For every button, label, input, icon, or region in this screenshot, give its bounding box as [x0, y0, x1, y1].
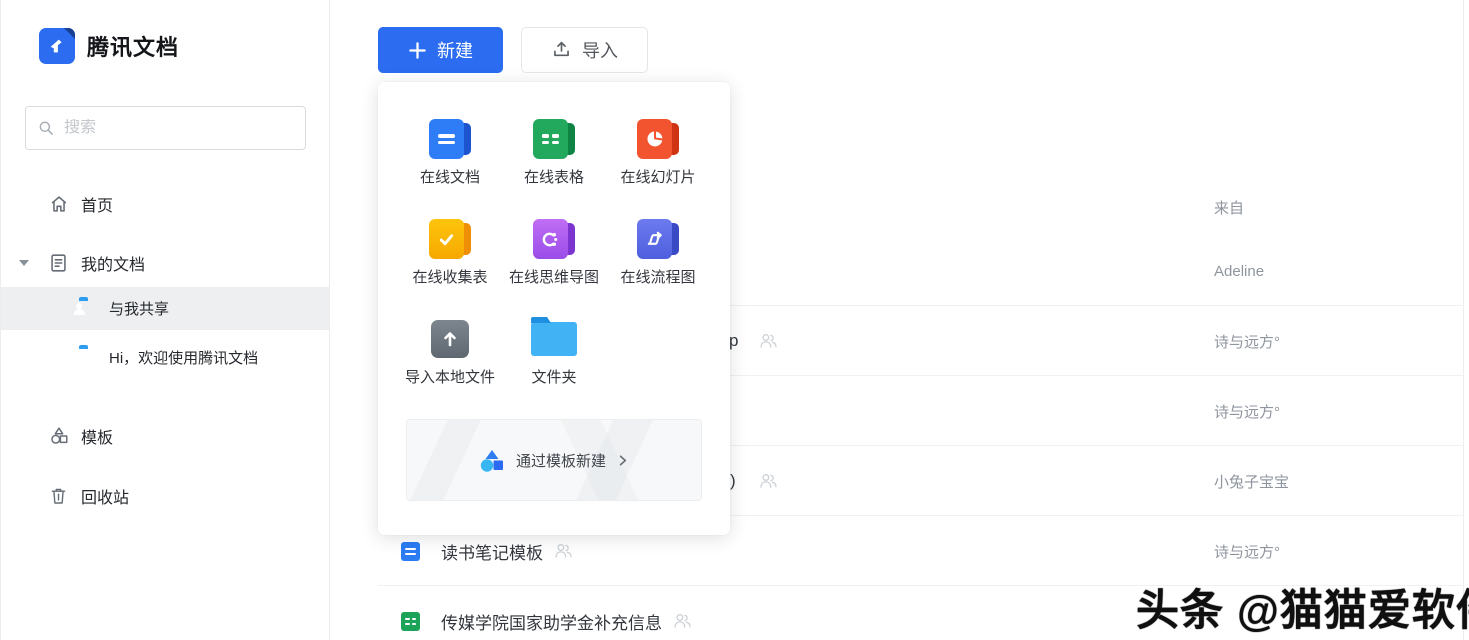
row-name: 读书笔记模板 [441, 539, 543, 564]
sidebar-item-label: 回收站 [81, 484, 129, 508]
menu-item-online-form[interactable]: 在线收集表 [398, 216, 502, 316]
new-button[interactable]: 新建 [378, 27, 503, 73]
chevron-down-icon[interactable] [19, 260, 29, 266]
tencent-docs-app: 腾讯文档 首页 我的文档 与我共享 [0, 0, 1469, 640]
sidebar: 腾讯文档 首页 我的文档 与我共享 [1, 0, 330, 640]
row-from: 小兔子宝宝 [1214, 446, 1289, 516]
search-box[interactable] [25, 106, 306, 150]
trash-icon [47, 485, 70, 508]
menu-item-online-mindmap[interactable]: 在线思维导图 [502, 216, 606, 316]
shared-people-icon [758, 472, 779, 490]
sheet-file-icon [401, 612, 420, 631]
menu-item-label: 文件夹 [531, 366, 576, 387]
folder-icon [531, 322, 577, 356]
create-from-template-banner[interactable]: 通过模板新建 [406, 419, 702, 501]
menu-item-online-slide[interactable]: 在线幻灯片 [606, 116, 710, 216]
sidebar-item-label: 与我共享 [109, 298, 169, 319]
new-document-menu: 在线文档 在线表格 在线幻灯片 [378, 82, 730, 535]
sidebar-item-label: 首页 [81, 192, 113, 216]
menu-item-online-flowchart[interactable]: 在线流程图 [606, 216, 710, 316]
sidebar-item-label: 我的文档 [81, 251, 145, 275]
online-mindmap-icon [533, 219, 575, 259]
import-local-file-icon [431, 320, 469, 358]
menu-item-label: 在线流程图 [620, 266, 695, 287]
online-form-icon [429, 219, 471, 259]
sidebar-item-shared-with-me[interactable]: 与我共享 [1, 287, 329, 330]
shared-people-icon [672, 612, 693, 630]
folder-icon [79, 348, 101, 366]
menu-item-label: 在线幻灯片 [620, 166, 695, 187]
row-name-fragment: p [729, 306, 738, 376]
online-slide-icon [637, 119, 679, 159]
chevron-right-icon [616, 454, 629, 467]
online-flowchart-icon [637, 219, 679, 259]
shared-people-icon [553, 542, 574, 560]
row-name: 传媒学院国家助学金补充信息 [441, 609, 662, 634]
create-from-template-label: 通过模板新建 [516, 450, 606, 471]
row-from: 诗与远方° [1214, 306, 1280, 376]
menu-item-import-local-file[interactable]: 导入本地文件 [398, 316, 502, 416]
column-header-from: 来自 [1214, 197, 1244, 218]
template-icon [47, 425, 70, 448]
app-title: 腾讯文档 [87, 30, 179, 62]
template-shapes-icon [479, 448, 506, 473]
plus-icon [408, 41, 427, 60]
menu-item-label: 在线思维导图 [509, 266, 599, 287]
tencent-docs-logo-icon [39, 28, 75, 64]
main-content: 新建 导入 来自 Adeline p 诗与远方° 诗与远方° ) 小兔子 [330, 0, 1469, 640]
sidebar-item-welcome-folder[interactable]: Hi，欢迎使用腾讯文档 [1, 339, 329, 375]
search-icon [38, 119, 54, 137]
row-name-fragment: ) [730, 446, 736, 516]
upload-icon [551, 40, 572, 61]
menu-item-online-sheet[interactable]: 在线表格 [502, 116, 606, 216]
import-button-label: 导入 [582, 37, 618, 63]
watermark-text: 头条 @猫猫爱软件 [1136, 576, 1469, 638]
shared-people-icon [758, 332, 779, 350]
import-button[interactable]: 导入 [521, 27, 648, 73]
sidebar-item-label: 模板 [81, 424, 113, 448]
menu-item-folder[interactable]: 文件夹 [502, 316, 606, 416]
new-button-label: 新建 [437, 37, 473, 63]
sidebar-item-label: Hi，欢迎使用腾讯文档 [109, 347, 258, 368]
online-doc-icon [429, 119, 471, 159]
app-logo[interactable]: 腾讯文档 [39, 28, 179, 64]
menu-item-label: 导入本地文件 [405, 366, 495, 387]
row-from: Adeline [1214, 236, 1264, 306]
sidebar-item-home[interactable]: 首页 [1, 186, 329, 222]
menu-item-label: 在线表格 [524, 166, 584, 187]
online-sheet-icon [533, 119, 575, 159]
sidebar-item-templates[interactable]: 模板 [1, 418, 329, 454]
sidebar-item-my-docs[interactable]: 我的文档 [1, 245, 329, 281]
menu-item-label: 在线收集表 [412, 266, 487, 287]
home-icon [47, 193, 70, 216]
row-from: 诗与远方° [1214, 376, 1280, 446]
menu-item-online-doc[interactable]: 在线文档 [398, 116, 502, 216]
sidebar-item-recycle-bin[interactable]: 回收站 [1, 478, 329, 514]
shared-folder-icon [79, 300, 101, 318]
search-input[interactable] [64, 119, 293, 137]
document-icon [47, 252, 70, 275]
doc-file-icon [401, 542, 420, 561]
menu-item-label: 在线文档 [420, 166, 480, 187]
